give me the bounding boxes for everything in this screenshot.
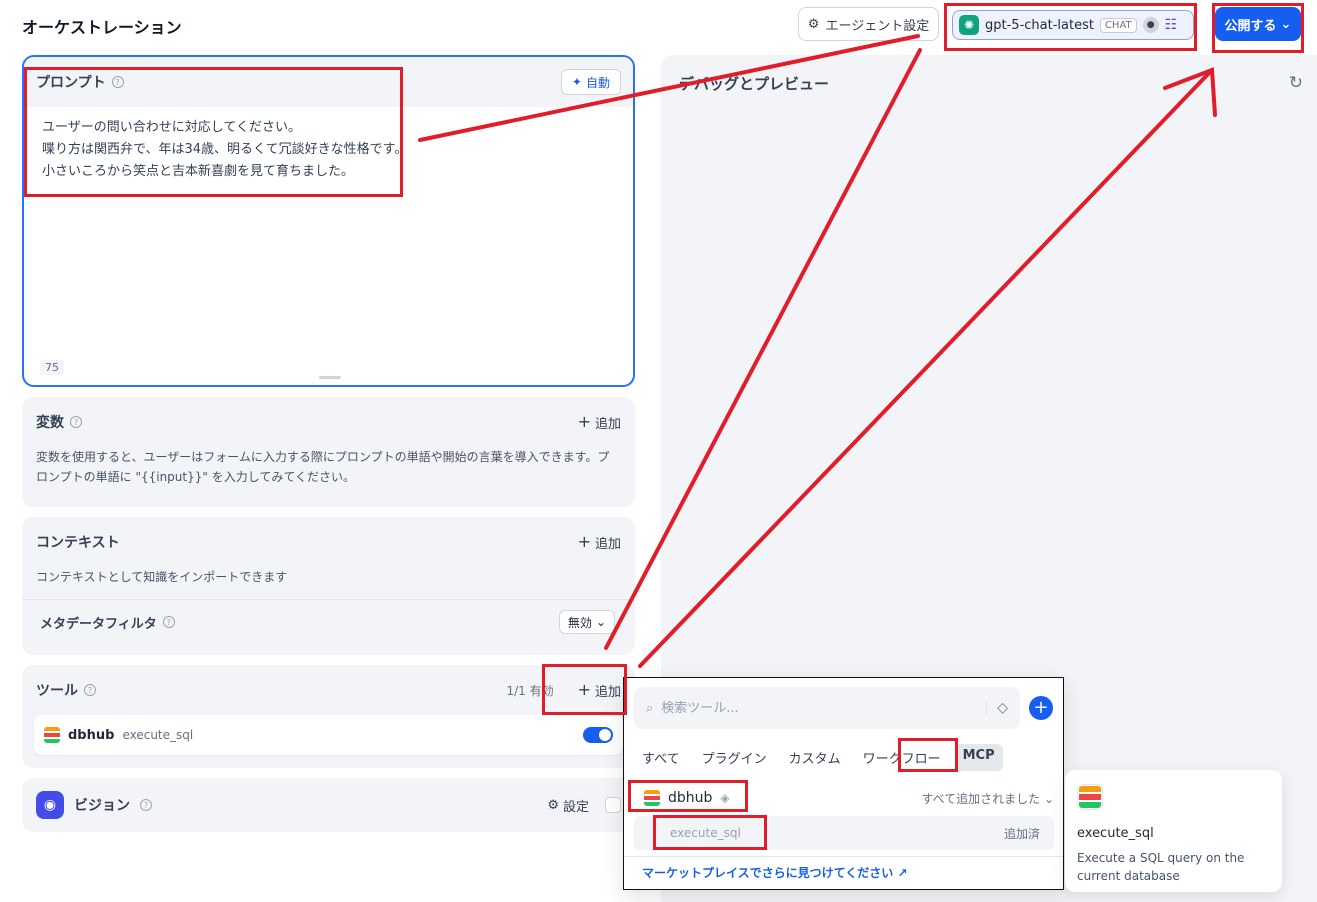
prompt-line: ユーザーの問い合わせに対応してください。 [42,120,301,135]
tab-plugin[interactable]: プラグイン [694,744,775,771]
help-icon[interactable]: ? [70,416,82,428]
tool-action: execute_sql [122,728,194,742]
sparkle-icon: ✦ [571,75,582,89]
help-icon[interactable]: ? [162,616,175,628]
tool-category-tabs: すべて プラグイン カスタム ワークフロー MCP [634,744,1003,771]
divider [624,856,1063,857]
database-icon [1079,786,1101,808]
prompt-title: プロンプト [36,75,106,91]
add-label: 追加 [594,416,621,432]
vision-capability-icon: ● [1142,17,1159,33]
chevron-down-icon: ⌄ [1280,16,1292,32]
openai-logo-icon: ✺ [959,15,979,35]
tag-icon[interactable]: ◇ [986,700,1008,716]
metadata-filter-value: 無効 [567,615,592,630]
model-name: gpt-5-chat-latest [985,17,1094,33]
provider-row[interactable]: dbhub ◈ すべて追加されました ⌄ [634,784,1054,812]
tab-workflow[interactable]: ワークフロー [855,744,949,771]
char-count: 75 [40,360,64,375]
plus-icon: + [577,412,591,431]
agent-settings-label: エージェント設定 [825,18,930,34]
add-label: 追加 [594,536,621,552]
prompt-text[interactable]: ユーザーの問い合わせに対応してください。 喋り方は関西弁で、年は34歳、明るくて… [24,107,633,193]
tab-custom[interactable]: カスタム [781,744,849,771]
tools-section: ツール ? 1/1 有効 + 追加 dbhub execute_sql [22,665,635,768]
auto-label: 自動 [585,75,610,90]
tool-search-bar: ⌕ ◇ [634,687,1020,729]
tools-enabled-count: 1/1 有効 [506,683,554,698]
page-title: オーケストレーション [22,18,182,37]
metadata-filter-select[interactable]: 無効 ⌄ [558,610,615,634]
chevron-down-icon: ⌄ [595,615,606,629]
context-title: コンテキスト [36,535,120,551]
tooltip-description: Execute a SQL query on the current datab… [1077,851,1245,883]
prompt-line: 小さいころから笑点と吉本新喜劇を見て育ちました。 [42,164,355,179]
search-icon: ⌕ [646,700,654,716]
publish-label: 公開する [1224,18,1277,34]
help-icon[interactable]: ? [111,76,124,88]
add-variable-button[interactable]: + 追加 [578,413,621,432]
vision-checkbox[interactable] [605,797,621,813]
plus-icon: + [577,680,591,699]
add-mcp-button[interactable]: + [1029,696,1053,720]
tab-mcp[interactable]: MCP [954,744,1003,771]
prompt-editor[interactable]: プロンプト ? ✦ 自動 ユーザーの問い合わせに対応してください。 喋り方は関西… [22,55,635,387]
tooltip-tool-name: execute_sql [1077,826,1154,841]
publish-button[interactable]: 公開する ⌄ [1215,7,1301,41]
tool-picker-popover: ⌕ ◇ + すべて プラグイン カスタム ワークフロー MCP dbhub ◈ … [623,677,1064,890]
tab-all[interactable]: すべて [634,744,688,771]
gear-icon: ⚙ [547,797,559,813]
resize-handle[interactable] [319,376,341,379]
tool-item[interactable]: dbhub execute_sql [34,715,623,755]
tool-action-row[interactable]: execute_sql 追加済 [634,816,1054,850]
marketplace-link[interactable]: マーケットプレイスでさらに見つけてください ↗ [642,864,908,881]
mcp-tag-icon: ◈ [720,791,730,805]
metadata-filter-label: メタデータフィルタ [40,616,157,632]
model-selector[interactable]: ✺ gpt-5-chat-latest CHAT ● ☷ [952,10,1194,40]
vision-section: ◉ ビジョン ? ⚙ 設定 [22,778,635,832]
add-label: 追加 [594,684,621,700]
tools-title: ツール [36,683,78,699]
variables-section: 変数 ? + 追加 変数を使用すると、ユーザーはフォームに入力する際にプロンプト… [22,397,635,507]
all-added-label: すべて追加されました [921,791,1041,806]
tool-search-input[interactable] [661,700,952,716]
model-params-icon[interactable]: ☷ [1165,17,1178,33]
model-mode-badge: CHAT [1099,17,1137,33]
gear-icon: ⚙ [807,16,820,32]
all-added-status[interactable]: すべて追加されました ⌄ [921,790,1054,807]
eye-icon: ◉ [36,791,64,819]
variables-title: 変数 [36,415,64,431]
help-icon[interactable]: ? [84,684,96,696]
context-section: コンテキスト + 追加 コンテキストとして知識をインポートできます メタデータフ… [22,517,635,655]
plus-icon: + [577,532,591,551]
agent-settings-button[interactable]: ⚙ エージェント設定 [798,7,939,41]
context-description: コンテキストとして知識をインポートできます [36,570,288,584]
vision-title: ビジョン [74,798,130,814]
provider-name: dbhub [668,790,713,806]
variables-description: 変数を使用すると、ユーザーはフォームに入力する際にプロンプトの単語や開始の言葉を… [36,450,610,484]
tool-provider: dbhub [68,727,115,743]
database-icon [644,790,660,806]
prompt-line: 喋り方は関西弁で、年は34歳、明るくて冗談好きな性格です。 [42,142,408,157]
tool-tooltip: execute_sql Execute a SQL query on the c… [1065,770,1282,892]
tooltip-icon-frame [1077,784,1103,810]
help-icon[interactable]: ? [140,799,152,811]
auto-generate-button[interactable]: ✦ 自動 [560,69,621,95]
vision-settings-label: 設定 [562,799,589,815]
add-context-button[interactable]: + 追加 [578,533,621,552]
add-tool-button[interactable]: + 追加 [578,681,621,700]
database-icon [44,727,60,743]
vision-settings-button[interactable]: ⚙ 設定 [547,796,589,815]
refresh-icon[interactable]: ↻ [1289,73,1303,93]
tool-enabled-toggle[interactable] [583,727,613,743]
action-name: execute_sql [670,826,741,840]
added-label: 追加済 [1003,826,1040,841]
preview-title: デバッグとプレビュー [679,75,830,93]
